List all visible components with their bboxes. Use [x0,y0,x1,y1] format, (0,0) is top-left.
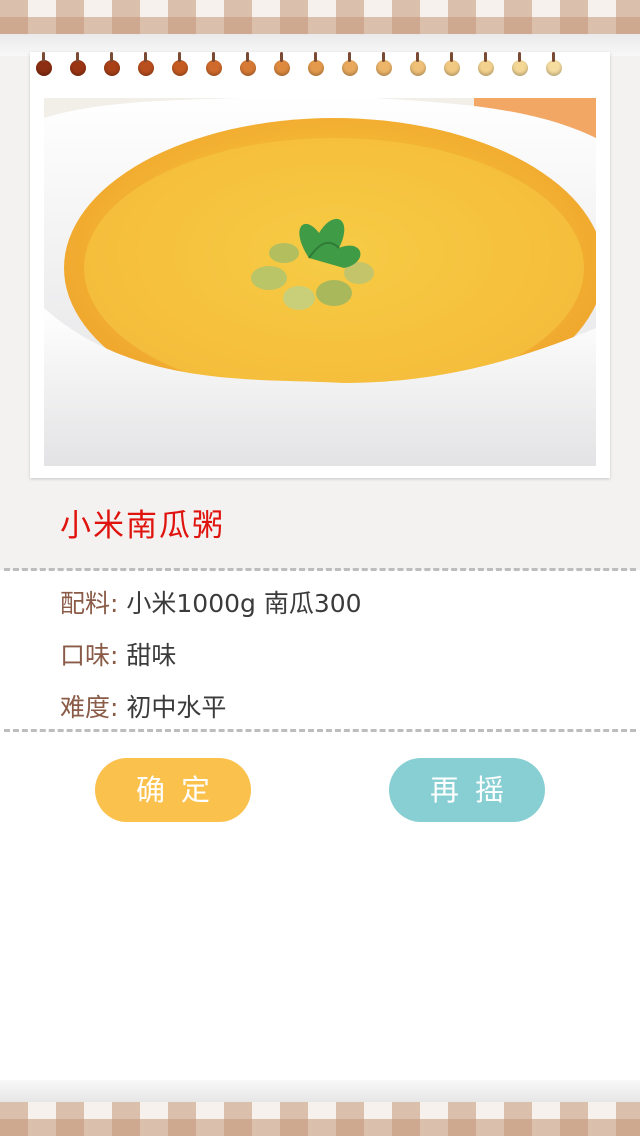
binding-ring-icon [70,52,86,76]
difficulty-label: 难度: [60,693,119,722]
dashed-divider-top [4,568,636,571]
binding-ring-icon [206,52,222,76]
ingredients-value: 小米1000g 南瓜300 [126,589,362,618]
checkered-top-border [0,0,640,34]
spiral-binding [30,52,610,82]
recipe-title: 小米南瓜粥 [60,508,225,544]
binding-ring-icon [240,52,256,76]
binding-ring-icon [444,52,460,76]
binding-ring-icon [478,52,494,76]
porridge-bowl-image [44,98,596,466]
binding-ring-icon [546,52,562,76]
binding-ring-icon [376,52,392,76]
ingredients-row: 配料: 小米1000g 南瓜300 [60,584,362,620]
checkered-bottom-border [0,1102,640,1136]
binding-ring-icon [512,52,528,76]
binding-ring-icon [274,52,290,76]
dashed-divider-bottom [4,729,636,732]
dish-photo [44,98,596,466]
difficulty-row: 难度: 初中水平 [60,688,226,724]
binding-ring-icon [138,52,154,76]
binding-ring-icon [172,52,188,76]
ingredients-label: 配料: [60,589,119,618]
taste-value: 甜味 [126,641,177,670]
binding-ring-icon [410,52,426,76]
difficulty-value: 初中水平 [126,693,227,722]
binding-ring-icon [104,52,120,76]
binding-ring-icon [308,52,324,76]
confirm-button[interactable]: 确定 [95,758,251,822]
shake-again-button[interactable]: 再摇 [389,758,545,822]
taste-label: 口味: [60,641,119,670]
binding-ring-icon [342,52,358,76]
notebook-photo-card [30,52,610,478]
taste-row: 口味: 甜味 [60,636,176,672]
bottom-shadow-band [0,1080,640,1102]
binding-ring-icon [36,52,52,76]
